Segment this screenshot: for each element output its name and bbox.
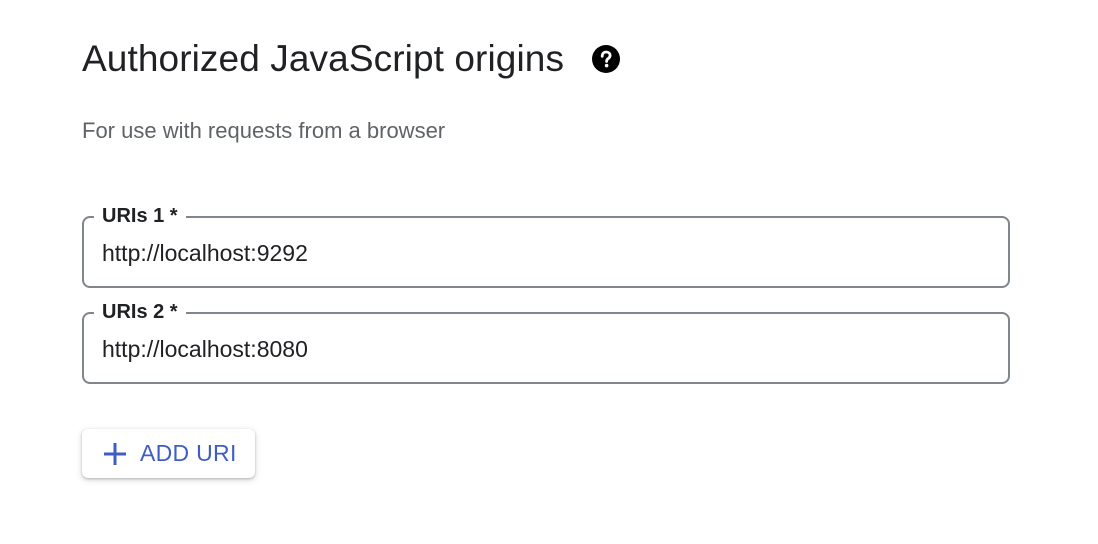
plus-icon (102, 441, 128, 467)
question-mark-glyph (600, 50, 612, 68)
uri-field-1[interactable]: URIs 1 * (82, 202, 1010, 288)
title-row: Authorized JavaScript origins (82, 38, 621, 80)
uri-field-2-label: URIs 2 * (94, 298, 186, 326)
uri-input-2[interactable] (102, 332, 982, 366)
section-subtitle: For use with requests from a browser (82, 118, 446, 143)
help-icon[interactable] (592, 45, 621, 73)
uri-input-1[interactable] (102, 236, 982, 270)
uri-field-2[interactable]: URIs 2 * (82, 298, 1010, 384)
section-title: Authorized JavaScript origins (82, 38, 565, 79)
add-uri-label: ADD URI (140, 440, 237, 466)
authorized-origins-section: Authorized JavaScript origins For use wi… (0, 0, 1098, 544)
add-uri-button[interactable]: ADD URI (82, 429, 255, 478)
uri-field-1-label: URIs 1 * (94, 202, 186, 230)
